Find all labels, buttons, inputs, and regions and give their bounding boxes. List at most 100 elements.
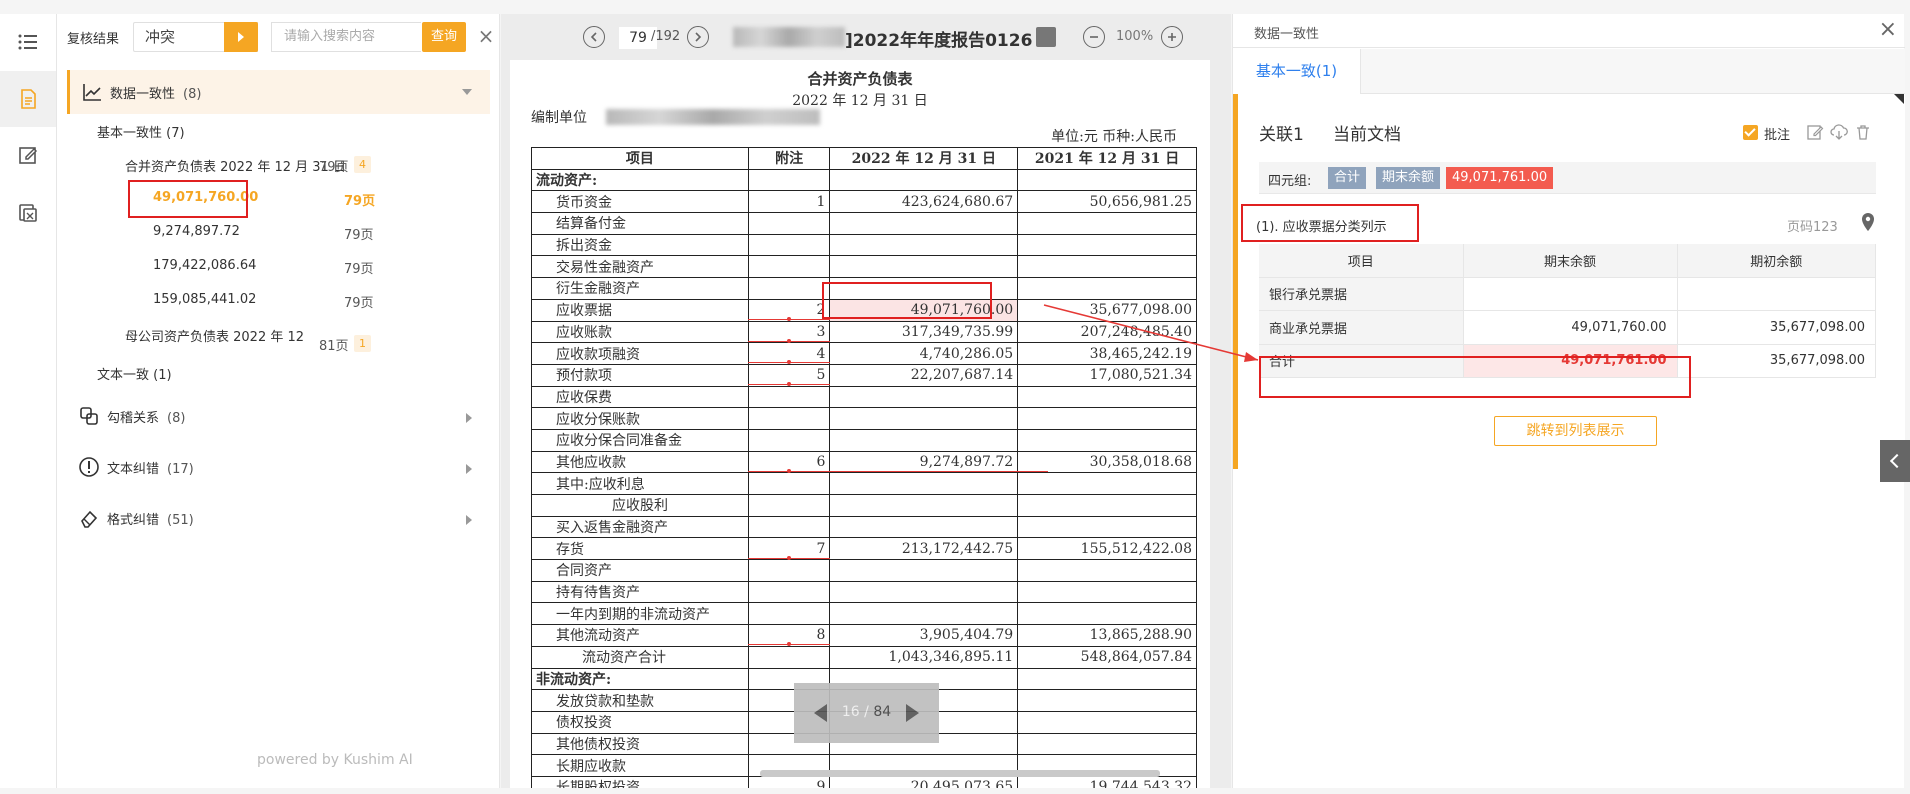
document-page: 合并资产负债表 2022 年 12 月 31 日 编制单位 单位:元 币种:人民… xyxy=(510,60,1210,788)
table-row: 货币资金 1 423,624,680.67 50,656,981.25 xyxy=(531,190,1197,214)
table-row: 买入返售金融资产 xyxy=(531,515,1197,539)
value-item[interactable]: 179,422,086.64 xyxy=(153,258,256,273)
prev-page-button[interactable] xyxy=(583,26,605,48)
value-item[interactable]: 159,085,441.02 xyxy=(153,292,256,307)
unit-label: 编制单位 xyxy=(531,110,587,126)
cell-current: 317,349,735.99 xyxy=(829,320,1019,344)
highlight-box xyxy=(128,180,248,218)
jump-to-list-button[interactable]: 跳转到列表展示 xyxy=(1494,416,1657,446)
detail-panel: 数据一致性 × 基本一致(1) 关联1 当前文档 批注 四元组: 合计 期末余额… xyxy=(1232,14,1905,788)
zoom-out-button[interactable] xyxy=(1083,26,1105,48)
cell-note: 9 xyxy=(747,775,831,788)
table-row: 应收款项融资 4 4,740,286.05 38,465,242.19 xyxy=(531,342,1197,365)
left-rail xyxy=(0,14,57,788)
category-format-correction[interactable]: 格式纠错 (51) xyxy=(67,496,490,540)
current-document-label: 当前文档 xyxy=(1333,125,1401,145)
cell-item: 流动资产合计 xyxy=(531,645,749,669)
header-previous: 2021 年 12 月 31 日 xyxy=(1017,147,1197,170)
link-icon xyxy=(80,407,98,425)
next-page-button[interactable] xyxy=(687,26,709,48)
quad-row: 四元组: 合计 期末余额 49,071,761.00 xyxy=(1259,162,1876,194)
value-page: 79页 xyxy=(344,262,374,277)
quad-tag-end-balance: 期末余额 xyxy=(1376,167,1441,189)
close-icon[interactable]: × xyxy=(1879,17,1897,42)
cell-note xyxy=(747,277,831,300)
filter-dropdown-button[interactable] xyxy=(224,22,258,52)
cell-current xyxy=(829,559,1019,582)
statement-date: 2022 年 12 月 31 日 xyxy=(792,93,928,109)
value-page: 79页 xyxy=(344,296,374,311)
cell-note xyxy=(747,515,831,539)
cell-item: 合同资产 xyxy=(531,559,749,582)
cell-previous xyxy=(1017,212,1197,235)
caret-right-icon xyxy=(238,32,244,42)
redacted-company-name xyxy=(733,27,845,47)
location-pin-icon[interactable] xyxy=(1860,212,1876,232)
edit-icon[interactable] xyxy=(1806,123,1824,141)
chevron-left-icon xyxy=(590,32,597,42)
cell-current: 1,043,346,895.11 xyxy=(829,645,1019,669)
cell-item: 债权投资 xyxy=(531,710,749,734)
sub-count: (7) xyxy=(166,126,185,141)
table-row: 应收分保合同准备金 xyxy=(531,428,1197,452)
download-cloud-icon[interactable] xyxy=(1830,123,1848,141)
chevron-down-icon xyxy=(462,89,472,95)
collapse-panel-button[interactable] xyxy=(1880,440,1910,482)
cell-previous xyxy=(1017,559,1197,582)
cell-item: 流动资产: xyxy=(531,168,749,192)
cell-current xyxy=(829,428,1019,452)
review-title: 复核结果 xyxy=(67,32,120,47)
cell-previous xyxy=(1017,255,1197,279)
compare-icon[interactable] xyxy=(0,184,56,240)
document-icon[interactable] xyxy=(0,71,56,127)
pager-next-button[interactable] xyxy=(906,704,919,722)
viewer-toolbar: 79 /192 ]2022年年度报告0126 100% xyxy=(501,14,1231,60)
statement-title: 合并资产负债表 xyxy=(807,70,913,88)
table-row: 一年内到期的非流动资产 xyxy=(531,602,1197,626)
total-row-highlight-box xyxy=(1259,356,1691,398)
cell-previous xyxy=(1017,710,1197,734)
horizontal-scrollbar[interactable] xyxy=(760,770,1160,777)
sub-text-consistency[interactable]: 文本一致 (1) xyxy=(97,364,172,383)
row-begin: 35,677,098.00 xyxy=(1677,310,1876,345)
download-icon[interactable] xyxy=(1036,27,1056,47)
cell-note xyxy=(747,212,831,235)
table-row: 流动资产: xyxy=(531,168,1197,192)
section-highlight-box xyxy=(1241,204,1419,242)
cell-item: 其他债权投资 xyxy=(531,732,749,756)
search-input[interactable]: 请输入搜索内容 xyxy=(271,22,421,52)
group-parent-balance[interactable]: 母公司资产负债表 2022 年 12 月 31 xyxy=(125,326,305,344)
cell-note xyxy=(747,385,831,409)
trash-icon[interactable] xyxy=(1854,123,1872,141)
group-consolidated-balance[interactable]: 合并资产负债表 2022 年 12 月 31 日 xyxy=(125,156,346,175)
cell-previous xyxy=(1017,515,1197,539)
review-panel: 复核结果 冲突 请输入搜索内容 查询 × 数据一致性 (8) 基本一致性 (7) … xyxy=(57,14,531,788)
edit-icon[interactable] xyxy=(0,127,56,183)
cell-previous xyxy=(1017,602,1197,626)
row-item: 商业承兑票据 xyxy=(1259,310,1464,345)
cell-previous: 155,512,422.08 xyxy=(1017,537,1197,561)
sub-label: 文本一致 xyxy=(97,368,150,383)
group-page: 81页 xyxy=(319,339,349,354)
cell-previous xyxy=(1017,494,1197,517)
sub-basic-consistency[interactable]: 基本一致性 (7) xyxy=(97,122,185,141)
category-data-consistency[interactable]: 数据一致性 (8) xyxy=(67,70,490,114)
table-header-row: 项目 附注 2022 年 12 月 31 日 2021 年 12 月 31 日 xyxy=(531,147,1197,170)
list-icon[interactable] xyxy=(0,14,56,70)
value-item[interactable]: 9,274,897.72 xyxy=(153,224,240,239)
table-row: 预付款项 5 22,207,687.14 17,080,521.34 xyxy=(531,363,1197,387)
row-end xyxy=(1463,277,1678,311)
tab-basic-consistency[interactable]: 基本一致(1) xyxy=(1233,49,1361,94)
table-row: 其他应收款 6 9,274,897.72 30,358,018.68 xyxy=(531,450,1197,474)
approve-checkbox[interactable] xyxy=(1743,125,1758,140)
zoom-in-button[interactable] xyxy=(1161,26,1183,48)
category-reconciliation[interactable]: 勾稽关系 (8) xyxy=(67,394,490,438)
table-row: 应收保费 xyxy=(531,385,1197,409)
detail-tabs: 基本一致(1) xyxy=(1233,49,1905,94)
zoom-level: 100% xyxy=(1116,29,1154,44)
close-icon[interactable]: × xyxy=(474,24,498,48)
category-count: (8) xyxy=(167,411,186,426)
category-count: (8) xyxy=(183,87,202,102)
search-button[interactable]: 查询 xyxy=(422,22,466,52)
category-text-correction[interactable]: 文本纠错 (17) xyxy=(67,445,490,489)
